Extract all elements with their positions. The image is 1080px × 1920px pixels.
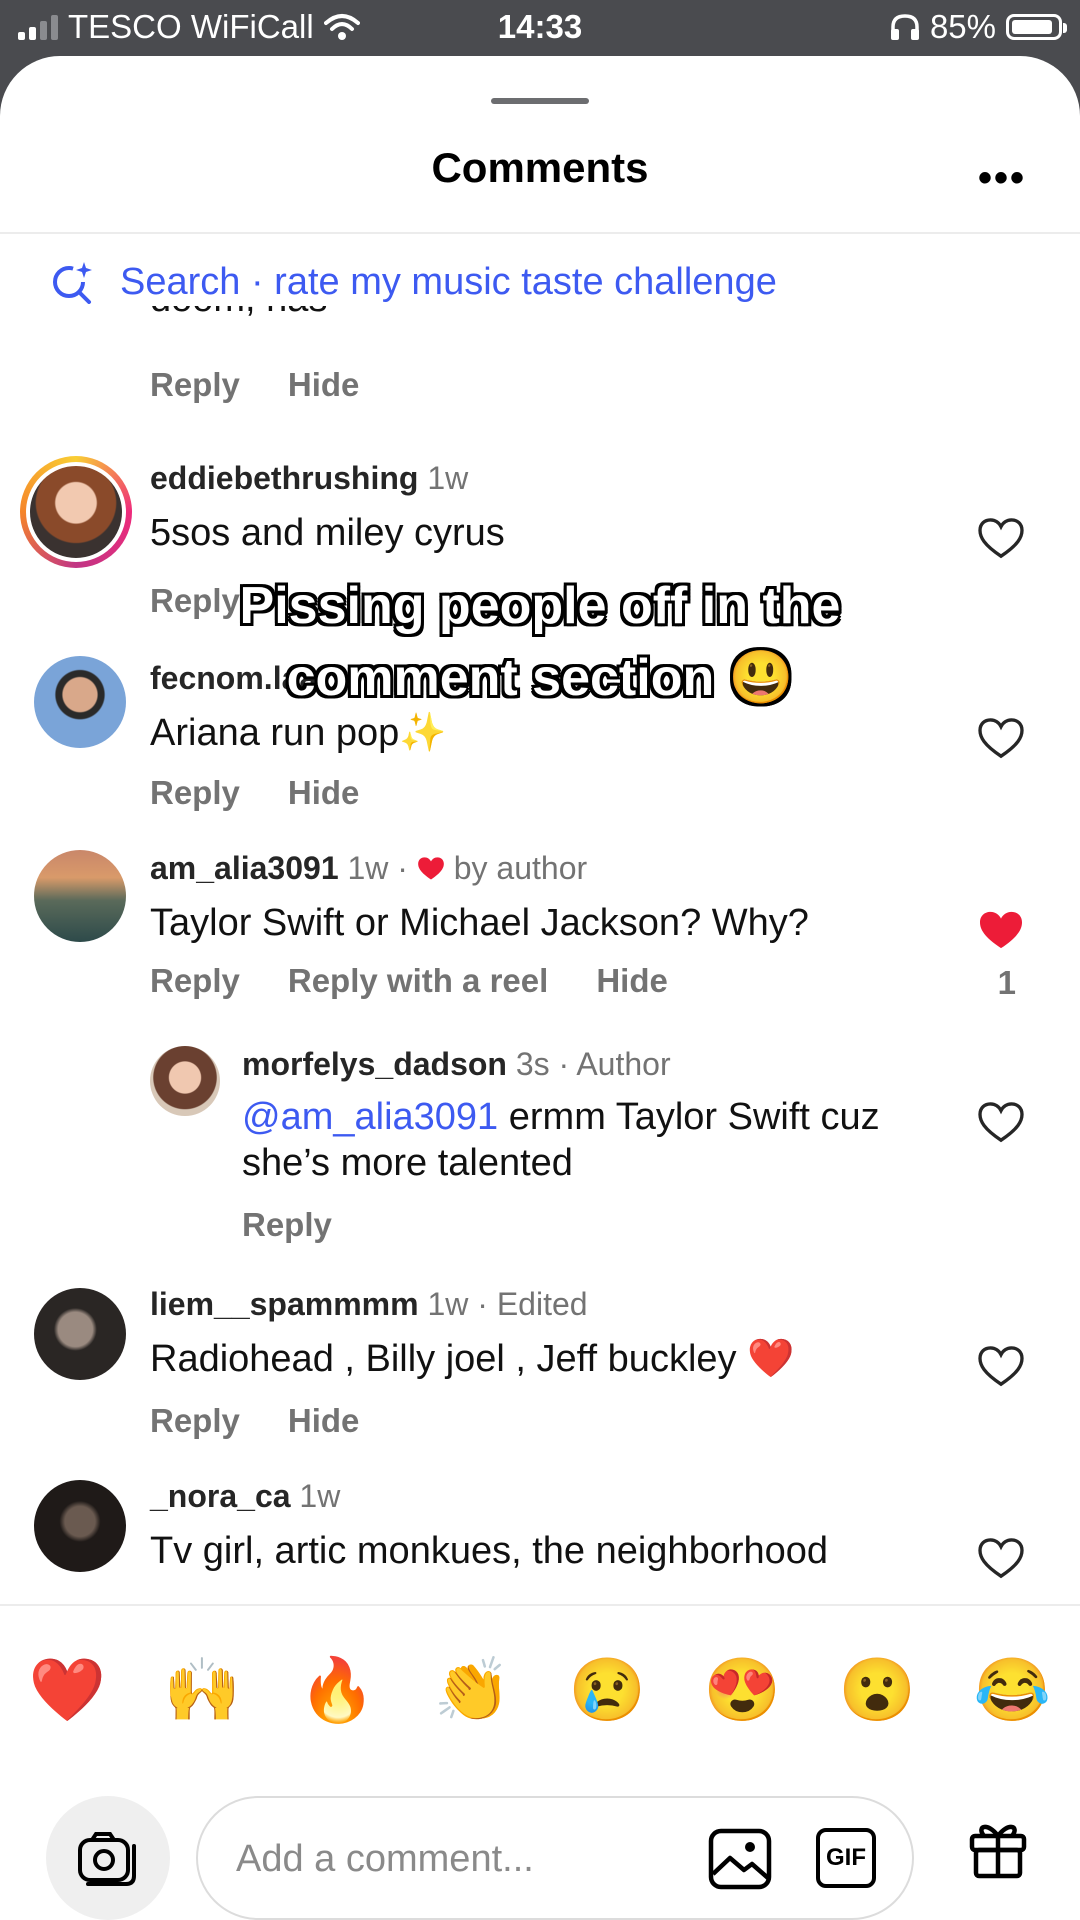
avatar[interactable]: [26, 462, 126, 562]
comment-text: doom, nas: [150, 306, 327, 322]
comment-input-container: GIF: [196, 1796, 914, 1920]
liked-by-author-label: by author: [453, 850, 588, 886]
like-heart-icon[interactable]: [978, 1102, 1024, 1144]
avatar[interactable]: [34, 850, 126, 942]
like-heart-icon[interactable]: [978, 1346, 1024, 1388]
comment-username[interactable]: morfelys_dadson: [242, 1046, 507, 1082]
reply-button[interactable]: Reply: [150, 774, 240, 812]
comment-item: liem__spammmm 1w · Edited Radiohead , Bi…: [0, 1286, 1080, 1446]
liked-heart-icon[interactable]: [978, 910, 1024, 952]
comment-time: 3s · Author: [515, 1046, 671, 1082]
comment-time: 1w: [299, 1478, 341, 1514]
surprised-emoji-button[interactable]: 😮: [839, 1654, 916, 1727]
avatar[interactable]: [150, 1046, 220, 1116]
comment-item: _nora_ca 1w Tv girl, artic monkues, the …: [0, 1478, 1080, 1604]
battery-icon: [1006, 14, 1067, 40]
caption-line-2: comment section 😃: [286, 649, 794, 707]
quick-reaction-bar: ❤️ 🙌 🔥 👏 😢 😍 😮 😂: [0, 1654, 1080, 1727]
like-heart-icon[interactable]: [978, 1538, 1024, 1580]
status-bar: TESCO WiFiCall 14:33 85%: [0, 0, 1080, 56]
author-heart-icon: [418, 857, 444, 880]
caption-line-1: Pissing people off in the: [239, 577, 841, 635]
search-suggestion-label: Search · rate my music taste challenge: [120, 260, 777, 303]
comments-sheet: Comments ••• Search · rate my music tast…: [0, 56, 1080, 1920]
camera-button[interactable]: [46, 1796, 170, 1920]
hide-button[interactable]: Hide: [288, 774, 360, 812]
gift-icon[interactable]: [966, 1816, 1030, 1880]
comment-text: Tv girl, artic monkues, the neighborhood: [150, 1530, 829, 1572]
raised-hands-emoji-button[interactable]: 🙌: [164, 1654, 241, 1727]
search-suggestion[interactable]: Search · rate my music taste challenge: [50, 260, 777, 304]
video-caption-overlay: Pissing people off in the comment sectio…: [0, 570, 1080, 714]
comment-item: am_alia3091 1w · by author Taylor Swift …: [0, 846, 1080, 1036]
clapping-emoji-button[interactable]: 👏: [434, 1654, 511, 1727]
comment-time: 1w: [427, 460, 469, 496]
heart-emoji-button[interactable]: ❤️: [29, 1654, 106, 1727]
comment-time: 1w ·: [347, 850, 408, 886]
comment-time: 1w · Edited: [427, 1286, 588, 1322]
hide-button[interactable]: Hide: [288, 1402, 360, 1440]
composer-area: ❤️ 🙌 🔥 👏 😢 😍 😮 😂 GIF: [0, 1604, 1080, 1920]
comment-text: 5sos and miley cyrus: [150, 512, 505, 554]
hide-button[interactable]: Hide: [288, 366, 360, 404]
sheet-grabber[interactable]: [491, 98, 589, 104]
search-sparkle-icon: [53, 262, 92, 304]
sheet-title: Comments: [431, 144, 649, 191]
comment-input[interactable]: [234, 1828, 658, 1890]
comment-username[interactable]: _nora_ca: [150, 1478, 291, 1514]
reply-button[interactable]: Reply: [150, 962, 240, 1000]
comment-text: Radiohead , Billy joel , Jeff buckley ❤️: [150, 1338, 795, 1380]
comment-username[interactable]: eddiebethrushing: [150, 460, 418, 496]
fire-emoji-button[interactable]: 🔥: [299, 1654, 376, 1727]
composer-divider: [0, 1604, 1080, 1606]
reply-button[interactable]: Reply: [150, 366, 240, 404]
like-heart-icon[interactable]: [978, 718, 1024, 760]
story-ring[interactable]: [20, 456, 132, 568]
reply-item: morfelys_dadson 3s · Author @am_alia3091…: [0, 1046, 1080, 1276]
comment-username[interactable]: am_alia3091: [150, 850, 339, 886]
avatar[interactable]: [34, 1288, 126, 1380]
comment-partial: doom, nas Reply Hide: [0, 306, 1080, 416]
comment-text: Taylor Swift or Michael Jackson? Why?: [150, 902, 809, 944]
headphones-icon: [890, 14, 919, 40]
reply-button[interactable]: Reply: [242, 1206, 332, 1244]
reply-with-reel-button[interactable]: Reply with a reel: [288, 962, 548, 1000]
camera-icon: [78, 1832, 136, 1886]
image-icon[interactable]: [708, 1828, 772, 1890]
comment-text: @am_alia3091 ermm Taylor Swift cuz she’s…: [242, 1094, 882, 1186]
comment-username[interactable]: liem__spammmm: [150, 1286, 419, 1322]
mention-link[interactable]: @am_alia3091: [242, 1096, 498, 1138]
comment-text: Ariana run pop✨: [150, 712, 447, 754]
laughing-emoji-button[interactable]: 😂: [974, 1654, 1051, 1727]
like-heart-icon[interactable]: [978, 518, 1024, 560]
gif-button[interactable]: GIF: [816, 1828, 876, 1888]
battery-percent: 85%: [929, 8, 996, 45]
heart-eyes-emoji-button[interactable]: 😍: [704, 1654, 781, 1727]
avatar[interactable]: [34, 1480, 126, 1572]
header-divider: [0, 232, 1080, 234]
like-count: 1: [997, 964, 1016, 1001]
more-options-icon[interactable]: •••: [978, 156, 1026, 201]
reply-button[interactable]: Reply: [150, 1402, 240, 1440]
crying-emoji-button[interactable]: 😢: [569, 1654, 646, 1727]
hide-button[interactable]: Hide: [596, 962, 668, 1000]
